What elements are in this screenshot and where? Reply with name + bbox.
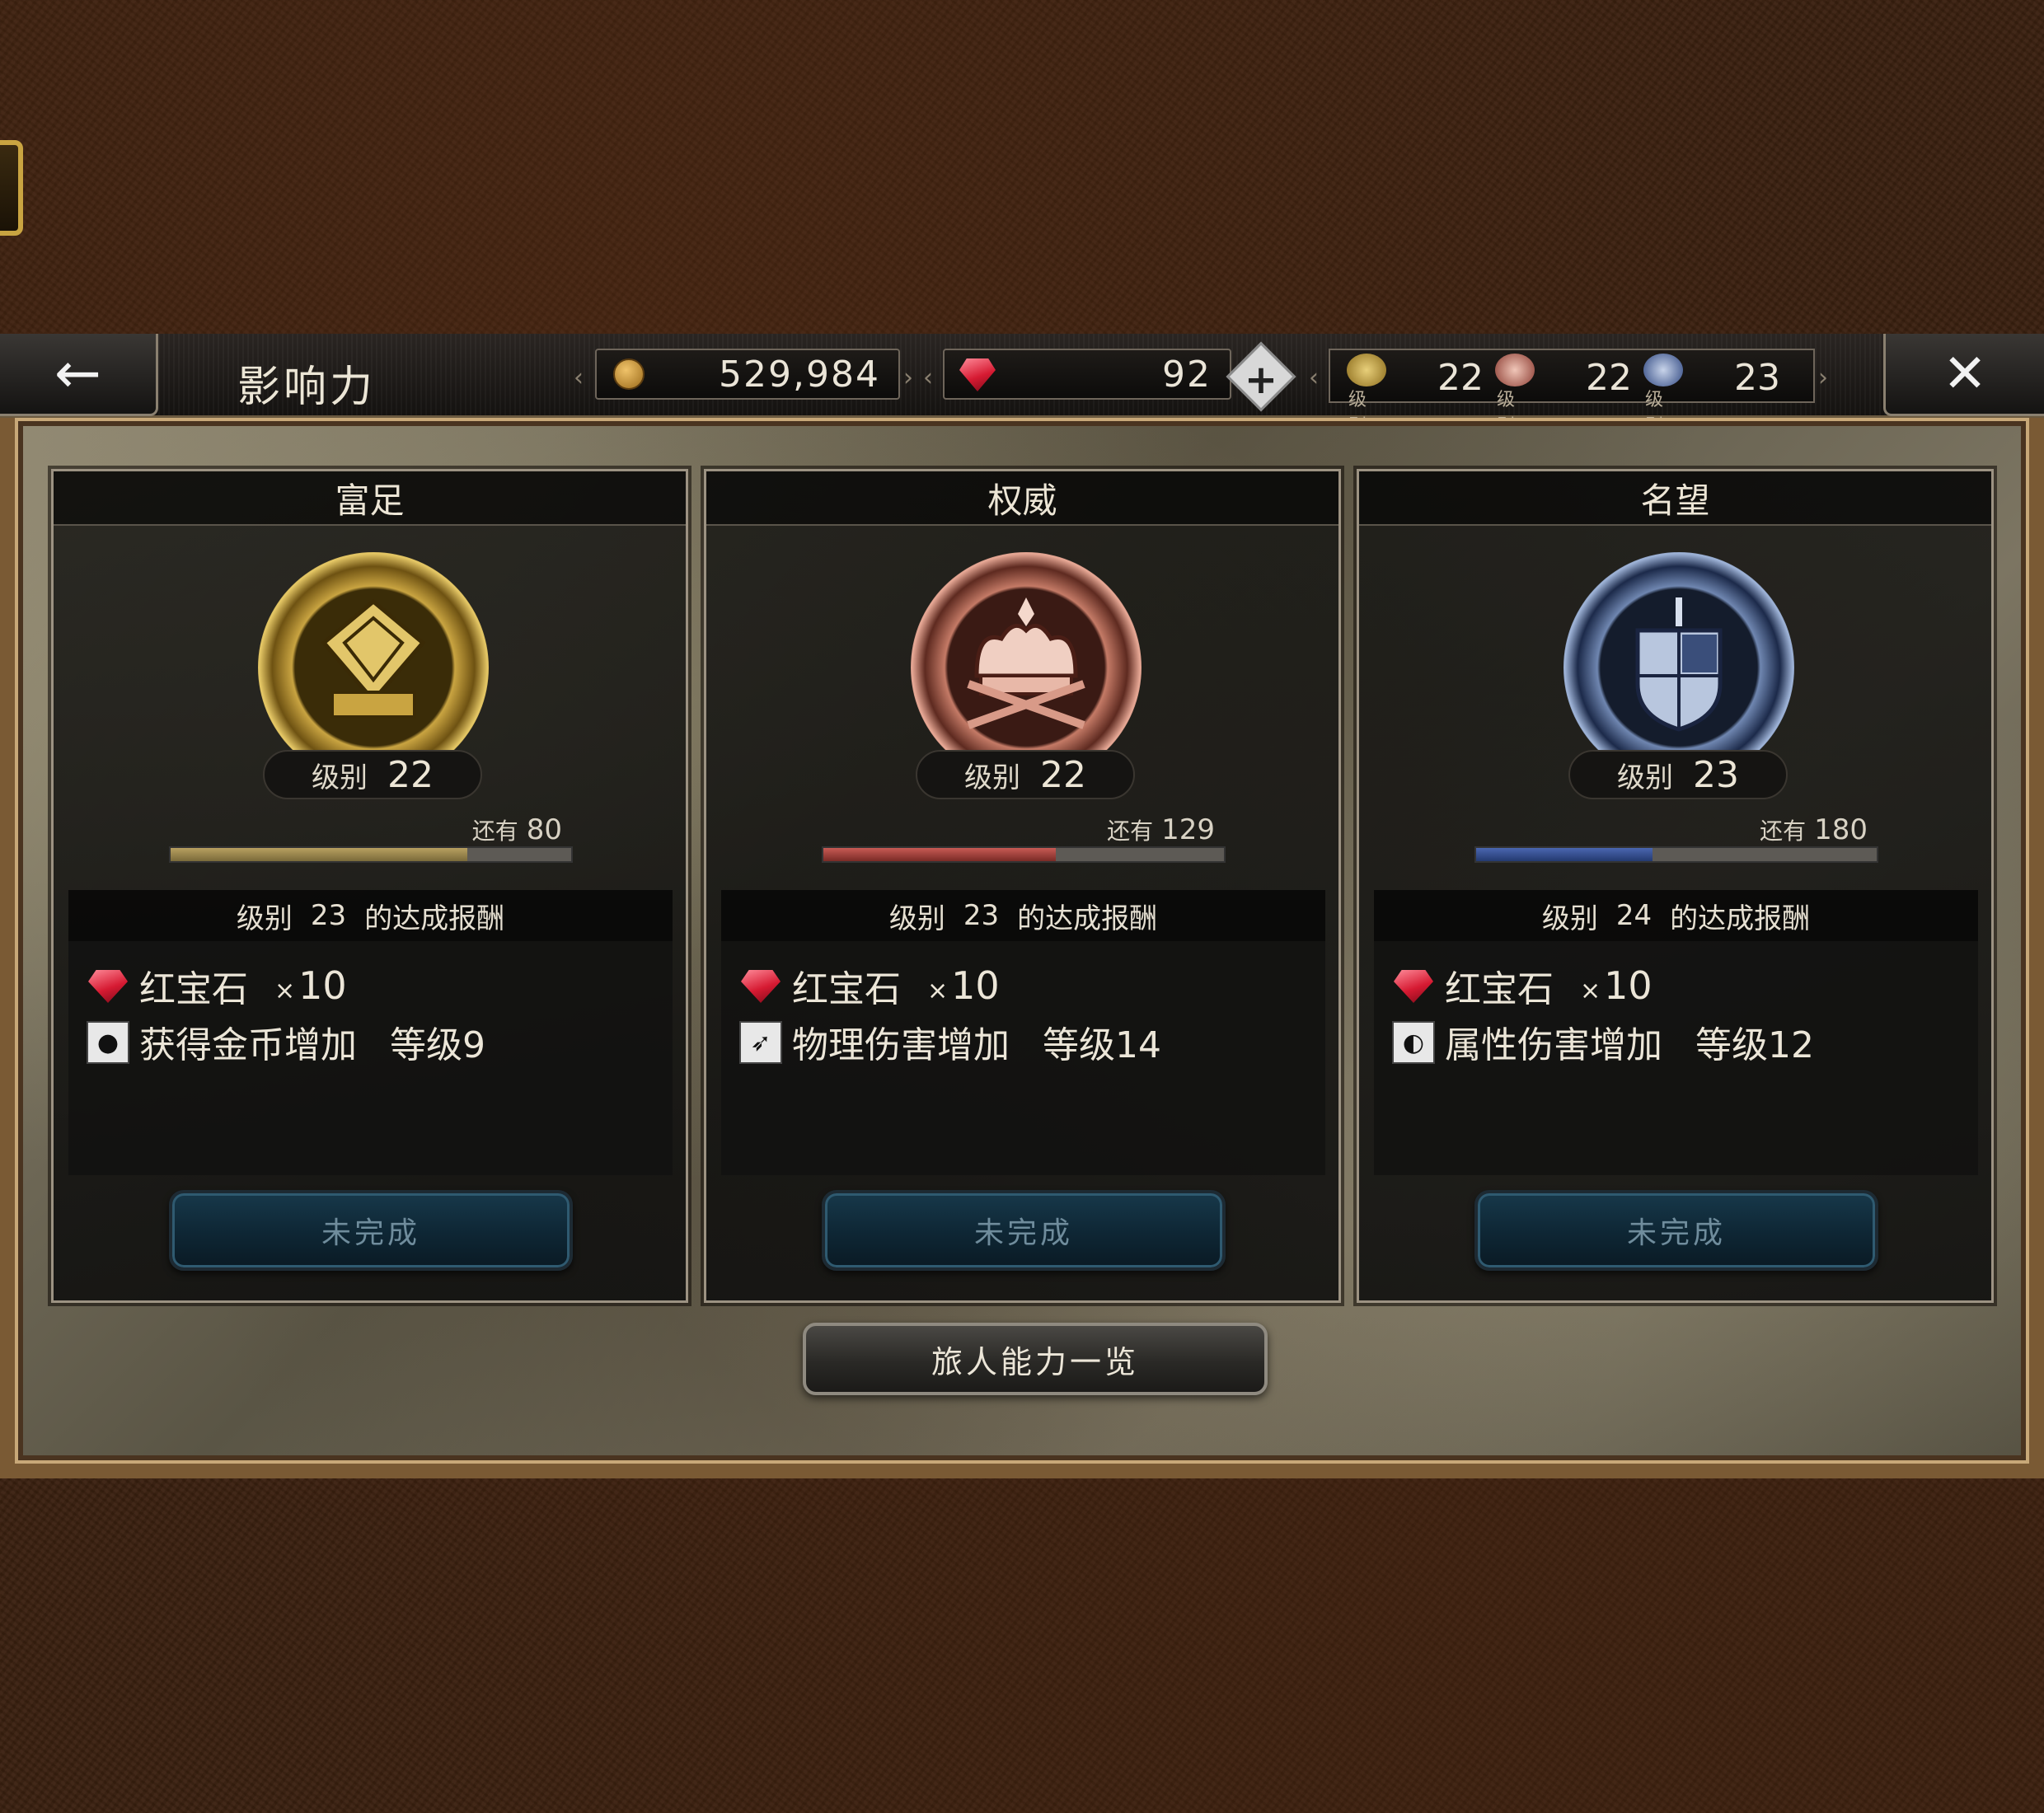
fame-mini-emblem-icon xyxy=(1643,354,1683,386)
gem-value: 92 xyxy=(1162,353,1212,396)
side-emblem xyxy=(0,140,23,236)
reward-skill: ● 获得金币增加 等级9 xyxy=(87,1017,485,1066)
reward-skill: ◐ 属性伤害增加 等级12 xyxy=(1392,1017,1814,1066)
add-gems-button[interactable]: + xyxy=(1226,341,1296,412)
level-progress-bar xyxy=(1474,846,1878,863)
progress-fill xyxy=(1476,848,1653,861)
plus-icon: + xyxy=(1244,357,1278,404)
ruby-icon xyxy=(88,970,128,1003)
top-bar: ← 影响力 ‹ 529,984 › ‹ 92 + ‹ 级别 22 级别 22 级… xyxy=(0,334,2044,437)
reward-ruby: 红宝石 ×10 xyxy=(1392,961,1653,1010)
page-title: 影响力 xyxy=(237,363,377,412)
level-badge: 级别 23 xyxy=(1568,750,1788,799)
wealth-card: 富足 级别 22 还有 80 级别 23 的达成报酬 红宝石 ×10 ● 获得金… xyxy=(51,469,688,1303)
card-title: 名望 xyxy=(1359,471,1991,526)
elemental-damage-icon: ◐ xyxy=(1392,1021,1435,1064)
progress-fill xyxy=(823,848,1056,861)
level-progress-bar xyxy=(169,846,573,863)
ruby-icon xyxy=(959,358,996,391)
reward-box: 级别 24 的达成报酬 红宝石 ×10 ◐ 属性伤害增加 等级12 xyxy=(1374,890,1978,1175)
reward-title: 级别 23 的达成报酬 xyxy=(721,890,1325,941)
gold-display: 529,984 xyxy=(595,349,900,400)
wealth-emblem-icon xyxy=(258,552,489,783)
physical-damage-icon: ➶ xyxy=(739,1021,782,1064)
remaining-points: 还有 129 xyxy=(1107,813,1215,846)
fame-emblem-icon xyxy=(1563,552,1794,783)
level-badge: 级别 22 xyxy=(916,750,1135,799)
influence-panel: 富足 级别 22 还有 80 级别 23 的达成报酬 红宝石 ×10 ● 获得金… xyxy=(0,418,2044,1478)
reward-box: 级别 23 的达成报酬 红宝石 ×10 ● 获得金币增加 等级9 xyxy=(68,890,673,1175)
card-title: 富足 xyxy=(54,471,686,526)
deco-arrow-right-icon: › xyxy=(1818,363,1828,392)
diamond-crest-icon xyxy=(321,598,426,719)
card-title: 权威 xyxy=(706,471,1338,526)
reward-box: 级别 23 的达成报酬 红宝石 ×10 ➶ 物理伤害增加 等级14 xyxy=(721,890,1325,1175)
influence-levels: 级别 22 级别 22 级别 23 xyxy=(1329,349,1815,437)
remaining-points: 还有 80 xyxy=(471,813,562,846)
gold-value: 529,984 xyxy=(719,353,880,396)
shield-crest-icon xyxy=(1635,597,1723,732)
incomplete-button[interactable]: 未完成 xyxy=(822,1190,1226,1271)
incomplete-button[interactable]: 未完成 xyxy=(169,1190,573,1271)
back-button[interactable]: ← xyxy=(0,334,158,416)
level-progress-bar xyxy=(822,846,1226,863)
deco-arrow-left-icon: ‹ xyxy=(923,363,933,392)
ruby-icon xyxy=(741,970,781,1003)
authority-mini-emblem-icon xyxy=(1495,354,1535,386)
wealth-mini-emblem-icon xyxy=(1347,354,1386,386)
traveler-abilities-button[interactable]: 旅人能力一览 xyxy=(803,1323,1268,1395)
authority-emblem-icon xyxy=(911,552,1142,783)
level-badge: 级别 22 xyxy=(263,750,482,799)
deco-arrow-right-icon: › xyxy=(903,363,913,392)
gem-display: 92 xyxy=(943,349,1231,400)
gold-coins-icon: ● xyxy=(87,1021,129,1064)
ruby-icon xyxy=(1394,970,1433,1003)
deco-arrow-left-icon: ‹ xyxy=(1309,363,1319,392)
remaining-points: 还有 180 xyxy=(1760,813,1868,846)
deco-arrow-left-icon: ‹ xyxy=(574,363,584,392)
fame-card: 名望 级别 23 还有 180 级别 24 的达成报酬 红宝石 ×10 ◐ 属性… xyxy=(1357,469,1994,1303)
reward-ruby: 红宝石 ×10 xyxy=(739,961,1000,1010)
reward-skill: ➶ 物理伤害增加 等级14 xyxy=(739,1017,1161,1066)
reward-title: 级别 24 的达成报酬 xyxy=(1374,890,1978,941)
crown-crest-icon xyxy=(967,597,1085,729)
reward-title: 级别 23 的达成报酬 xyxy=(68,890,673,941)
reward-ruby: 红宝石 ×10 xyxy=(87,961,347,1010)
progress-fill xyxy=(171,848,467,861)
gold-coin-icon xyxy=(613,358,645,390)
incomplete-button[interactable]: 未完成 xyxy=(1474,1190,1878,1271)
authority-card: 权威 级别 22 还有 129 级别 23 的达成报酬 红宝石 ×10 ➶ 物理… xyxy=(704,469,1341,1303)
close-button[interactable]: ✕ xyxy=(1883,334,2044,416)
